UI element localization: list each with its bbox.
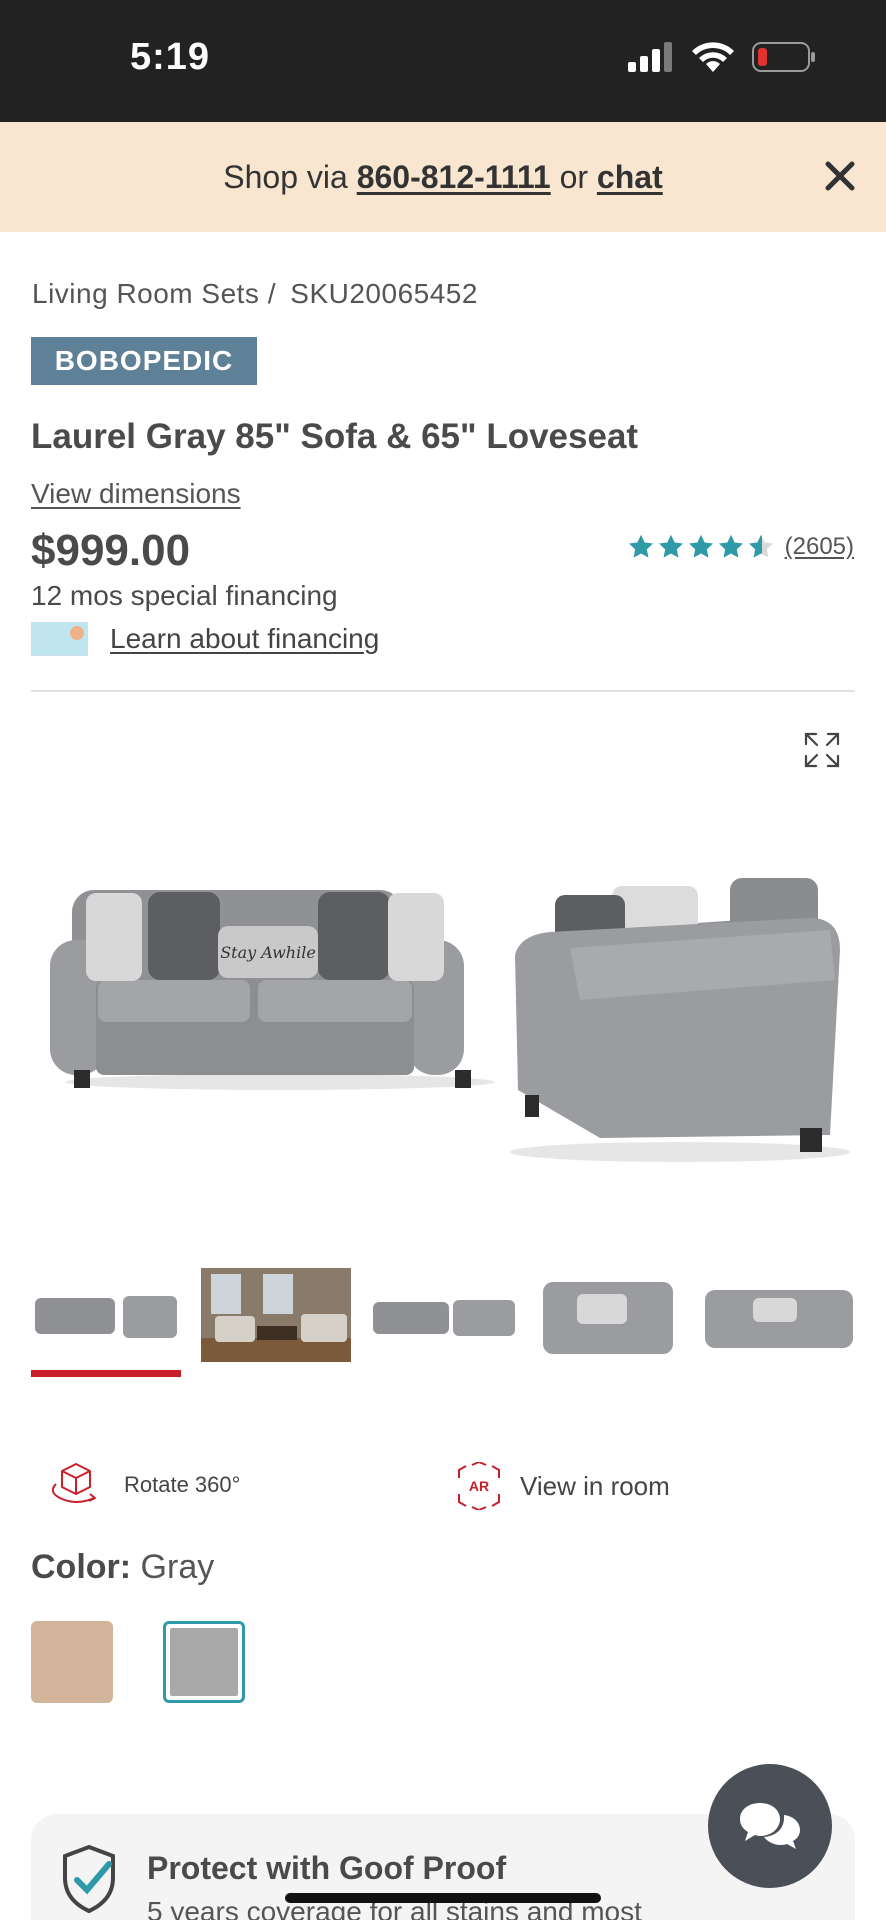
product-title: Laurel Gray 85" Sofa & 65" Loveseat <box>31 417 639 456</box>
shield-check-icon <box>63 1844 115 1914</box>
promo-phone-link[interactable]: 860-812-1111 <box>357 159 551 196</box>
battery-icon <box>752 42 815 72</box>
half-star-icon <box>748 534 773 558</box>
thumbnail-active-indicator <box>31 1370 181 1377</box>
status-bar: 5:19 <box>0 0 886 122</box>
star-rating <box>627 533 775 561</box>
ar-badge-text: AR <box>469 1478 489 1494</box>
chat-bubbles-icon <box>740 1803 800 1849</box>
breadcrumb-sku: SKU20065452 <box>290 278 478 309</box>
swatch-tan[interactable] <box>31 1621 113 1703</box>
credit-card-icon <box>31 622 88 656</box>
brand-logo[interactable]: BOBOPEDIC <box>31 337 257 385</box>
status-icons <box>628 42 816 72</box>
thumbnail-strip <box>31 1268 855 1378</box>
star-icon <box>688 534 713 558</box>
product-image[interactable]: Stay Awhile <box>40 860 850 1180</box>
color-value: Gray <box>140 1548 215 1586</box>
cube-rotate-icon <box>51 1463 96 1503</box>
expand-icon[interactable] <box>802 730 842 770</box>
close-icon[interactable] <box>820 156 860 196</box>
goof-proof-title: Protect with Goof Proof <box>147 1850 507 1886</box>
promo-middle: or <box>550 158 597 195</box>
breadcrumb: Living Room Sets / SKU20065452 <box>32 278 478 310</box>
financing-row[interactable]: Learn about financing <box>31 622 379 656</box>
breadcrumb-category[interactable]: Living Room Sets <box>32 278 259 309</box>
thumbnail-2[interactable] <box>201 1268 351 1362</box>
star-icon <box>628 534 653 558</box>
swatch-gray-fill <box>170 1628 238 1696</box>
learn-financing-link[interactable]: Learn about financing <box>110 623 379 655</box>
svg-text:Stay Awhile: Stay Awhile <box>220 943 316 962</box>
star-icon <box>718 534 743 558</box>
signal-icon <box>628 42 672 72</box>
promo-bar: Shop via 860-812-1111 or chat <box>0 122 886 232</box>
rating[interactable]: (2605) <box>627 533 854 561</box>
thumbnail-5[interactable] <box>705 1268 855 1368</box>
thumbnail-1[interactable] <box>31 1268 181 1368</box>
color-label: Color: Gray <box>31 1548 214 1587</box>
home-indicator <box>285 1893 601 1903</box>
view-in-room-label: View in room <box>520 1470 670 1501</box>
view-dimensions-link[interactable]: View dimensions <box>31 478 241 510</box>
wifi-icon <box>692 42 734 72</box>
chat-button[interactable] <box>708 1764 832 1888</box>
rotate-360-label: Rotate 360° <box>124 1472 241 1497</box>
financing-text: 12 mos special financing <box>31 580 338 611</box>
thumbnail-3[interactable] <box>369 1268 519 1368</box>
status-time: 5:19 <box>130 36 211 78</box>
promo-prefix: Shop via <box>223 158 348 195</box>
divider <box>31 690 855 692</box>
ar-icon: AR <box>458 1462 500 1510</box>
thumbnail-4[interactable] <box>537 1268 687 1368</box>
rotate-360-button[interactable]: Rotate 360° <box>46 1462 240 1508</box>
breadcrumb-separator: / <box>267 278 276 309</box>
color-label-key: Color: <box>31 1548 132 1586</box>
star-icon <box>658 534 683 558</box>
review-count-link[interactable]: (2605) <box>785 533 854 561</box>
view-in-room-button[interactable]: AR View in room <box>456 1462 670 1510</box>
product-price: $999.00 <box>31 526 191 575</box>
swatch-gray[interactable] <box>163 1621 245 1703</box>
promo-chat-link[interactable]: chat <box>597 159 663 196</box>
